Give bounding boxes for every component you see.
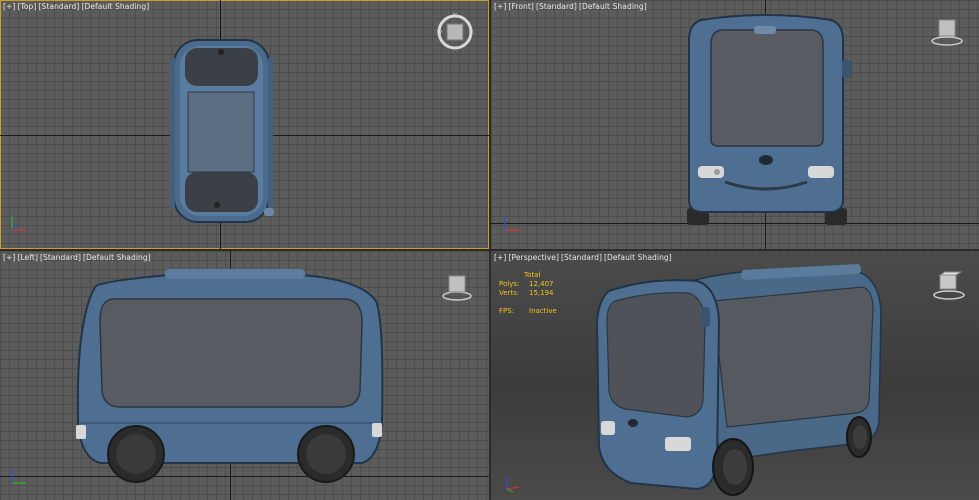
fps-value: Inactive: [529, 307, 557, 315]
viewport-top[interactable]: [+] [Top] [Standard] [Default Shading] N W …: [0, 0, 489, 249]
viewport-front-label[interactable]: [+] [Front] [Standard] [Default Shading]: [494, 2, 649, 11]
bus-model-top[interactable]: [0, 0, 489, 249]
viewport-shading-menu[interactable]: [Default Shading]: [81, 2, 149, 11]
polys-value: 12,407: [529, 280, 554, 288]
viewport-statistics: Total Polys: 12,407 Verts: 15,194 FPS: Inac…: [499, 271, 557, 316]
viewport-menu-plus[interactable]: [+]: [3, 253, 15, 262]
svg-text:N: N: [453, 13, 457, 19]
viewport-perspective-label[interactable]: [+] [Perspective] [Standard] [Default Shadi…: [494, 253, 674, 262]
bus-model-left[interactable]: [0, 251, 489, 500]
viewport-menu-plus[interactable]: [+]: [494, 2, 506, 11]
verts-value: 15,194: [529, 289, 554, 297]
viewcube[interactable]: [440, 273, 474, 303]
svg-text:E: E: [470, 30, 473, 36]
bus-model-perspective[interactable]: [491, 251, 979, 500]
viewcube-compass[interactable]: N W E: [436, 13, 474, 51]
viewport-shading-menu[interactable]: [Default Shading]: [604, 253, 672, 262]
viewport-shading-menu[interactable]: [Default Shading]: [579, 2, 647, 11]
stats-header: Total: [524, 271, 541, 279]
viewport-shading-menu[interactable]: [Default Shading]: [83, 253, 151, 262]
viewcube[interactable]: [929, 14, 965, 48]
viewport-standard-menu[interactable]: [Standard]: [40, 253, 81, 262]
viewport-view-menu[interactable]: [Left]: [17, 253, 38, 262]
fps-label: FPS:: [499, 307, 515, 315]
svg-text:W: W: [437, 30, 442, 36]
viewport-front[interactable]: [+] [Front] [Standard] [Default Shading]: [491, 0, 979, 249]
viewport-standard-menu[interactable]: [Standard]: [561, 253, 602, 262]
viewport-left[interactable]: [+] [Left] [Standard] [Default Shading]: [0, 251, 489, 500]
viewport-menu-plus[interactable]: [+]: [494, 253, 506, 262]
bus-model-front[interactable]: [491, 0, 979, 249]
viewport-menu-plus[interactable]: [+]: [3, 2, 15, 11]
viewport-standard-menu[interactable]: [Standard]: [536, 2, 577, 11]
viewport-view-menu[interactable]: [Top]: [17, 2, 36, 11]
viewport-perspective[interactable]: [+] [Perspective] [Standard] [Default Shadi…: [491, 251, 979, 500]
verts-label: Verts:: [499, 289, 520, 297]
viewport-view-menu[interactable]: [Front]: [508, 2, 534, 11]
viewport-standard-menu[interactable]: [Standard]: [38, 2, 79, 11]
viewport-top-label[interactable]: [+] [Top] [Standard] [Default Shading]: [3, 2, 151, 11]
viewcube[interactable]: [931, 271, 967, 303]
viewport-left-label[interactable]: [+] [Left] [Standard] [Default Shading]: [3, 253, 153, 262]
polys-label: Polys:: [499, 280, 520, 288]
viewport-view-menu[interactable]: [Perspective]: [508, 253, 559, 262]
